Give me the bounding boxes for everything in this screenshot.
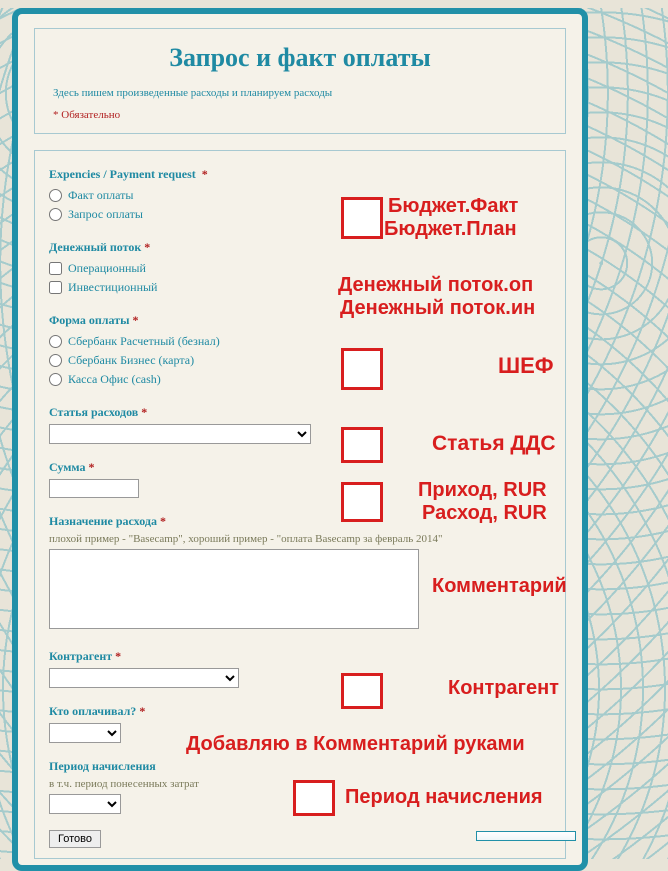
opt-sber-biznes[interactable]: Сбербанк Бизнес (карта) (49, 351, 551, 370)
form-body: Expencies / Payment request * Факт оплат… (34, 150, 566, 859)
label-payform-text: Форма оплаты (49, 313, 130, 327)
opt-investment[interactable]: Инвестиционный (49, 278, 551, 297)
group-payform: Форма оплаты * Сбербанк Расчетный (безна… (49, 313, 551, 389)
progress-bar (476, 831, 576, 841)
label-payform: Форма оплаты * (49, 313, 551, 328)
form-description: Здесь пишем произведенные расходы и план… (53, 87, 547, 99)
req-mark: * (141, 405, 147, 419)
label-purpose: Назначение расхода * (49, 514, 551, 529)
select-contractor[interactable] (49, 668, 239, 688)
group-expencies: Expencies / Payment request * Факт оплат… (49, 167, 551, 224)
label-contractor-text: Контрагент (49, 649, 112, 663)
textarea-purpose[interactable] (49, 549, 419, 629)
req-mark: * (160, 514, 166, 528)
radio-sber-biznes-label: Сбербанк Бизнес (карта) (68, 353, 194, 368)
radio-sber-biznes[interactable] (49, 354, 62, 367)
required-note: * Обязательно (53, 109, 547, 121)
req-mark: * (133, 313, 139, 327)
checkbox-operational[interactable] (49, 262, 62, 275)
checkbox-investment[interactable] (49, 281, 62, 294)
radio-sber-raschet[interactable] (49, 335, 62, 348)
label-expencies: Expencies / Payment request * (49, 167, 551, 182)
select-payer[interactable] (49, 723, 121, 743)
label-amount: Сумма * (49, 460, 551, 475)
label-period: Период начисления (49, 759, 551, 774)
opt-fact[interactable]: Факт оплаты (49, 186, 551, 205)
group-article: Статья расходов * (49, 405, 551, 444)
radio-kassa[interactable] (49, 373, 62, 386)
hint-purpose: плохой пример - "Basecamp", хороший прим… (49, 533, 551, 545)
group-contractor: Контрагент * (49, 649, 551, 688)
label-payer-text: Кто оплачивал? (49, 704, 136, 718)
opt-sber-raschet[interactable]: Сбербанк Расчетный (безнал) (49, 332, 551, 351)
submit-button[interactable]: Готово (49, 830, 101, 848)
label-article-text: Статья расходов (49, 405, 138, 419)
group-amount: Сумма * (49, 460, 551, 498)
radio-request[interactable] (49, 208, 62, 221)
form-header: Запрос и факт оплаты Здесь пишем произве… (34, 28, 566, 134)
label-cashflow: Денежный поток * (49, 240, 551, 255)
group-payer: Кто оплачивал? * (49, 704, 551, 743)
label-payer: Кто оплачивал? * (49, 704, 551, 719)
label-purpose-text: Назначение расхода (49, 514, 157, 528)
checkbox-operational-label: Операционный (68, 261, 146, 276)
label-expencies-text: Expencies / Payment request (49, 167, 196, 181)
checkbox-investment-label: Инвестиционный (68, 280, 157, 295)
radio-kassa-label: Касса Офис (cash) (68, 372, 161, 387)
req-mark: * (202, 167, 208, 181)
select-period[interactable] (49, 794, 121, 814)
radio-fact-label: Факт оплаты (68, 188, 133, 203)
opt-operational[interactable]: Операционный (49, 259, 551, 278)
input-amount[interactable] (49, 479, 139, 498)
group-period: Период начисления в т.ч. период понесенн… (49, 759, 551, 814)
radio-fact[interactable] (49, 189, 62, 202)
radio-sber-raschet-label: Сбербанк Расчетный (безнал) (68, 334, 220, 349)
form-title: Запрос и факт оплаты (53, 43, 547, 73)
opt-kassa[interactable]: Касса Офис (cash) (49, 370, 551, 389)
label-contractor: Контрагент * (49, 649, 551, 664)
hint-period: в т.ч. период понесенных затрат (49, 778, 551, 790)
req-mark: * (144, 240, 150, 254)
label-article: Статья расходов * (49, 405, 551, 420)
label-period-text: Период начисления (49, 759, 156, 773)
form-panel: Запрос и факт оплаты Здесь пишем произве… (12, 8, 588, 871)
req-mark: * (139, 704, 145, 718)
req-mark: * (115, 649, 121, 663)
opt-request[interactable]: Запрос оплаты (49, 205, 551, 224)
label-amount-text: Сумма (49, 460, 85, 474)
radio-request-label: Запрос оплаты (68, 207, 143, 222)
req-mark: * (88, 460, 94, 474)
select-article[interactable] (49, 424, 311, 444)
group-cashflow: Денежный поток * Операционный Инвестицио… (49, 240, 551, 297)
label-cashflow-text: Денежный поток (49, 240, 141, 254)
group-purpose: Назначение расхода * плохой пример - "Ba… (49, 514, 551, 633)
